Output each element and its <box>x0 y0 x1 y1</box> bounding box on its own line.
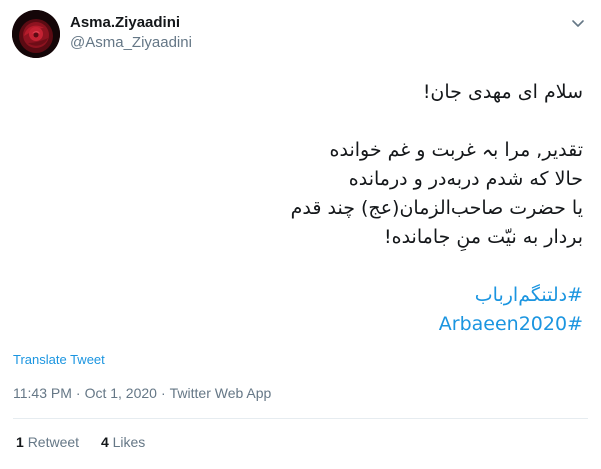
retweets-label: Retweet <box>27 434 80 450</box>
hashtag-link[interactable]: #دلتنگم‌ارباب <box>23 281 583 310</box>
likes-label: Likes <box>112 434 146 450</box>
likes-count: 4 <box>100 434 109 450</box>
tweet-metadata: 11:43 PM · Oct 1, 2020 · Twitter Web App <box>13 385 271 401</box>
meta-separator: · <box>160 385 166 401</box>
tweet-time[interactable]: 11:43 PM <box>13 385 72 401</box>
tweet-stats: 1 Retweet 4 Likes <box>16 434 163 450</box>
tweet-card: Asma.Ziyaadini @Asma_Ziyaadini سلام ای م… <box>0 0 601 469</box>
tweet-line: بردار به نیّت منِ جامانده! <box>384 226 583 248</box>
likes-stat[interactable]: 4 Likes <box>101 434 145 450</box>
tweet-line: سلام ای مهدی جان! <box>422 81 583 103</box>
hashtag-link[interactable]: #Arbaeen2020 <box>23 310 583 339</box>
red-rose-icon <box>12 10 60 58</box>
user-handle[interactable]: @Asma_Ziyaadini <box>70 34 192 51</box>
tweet-source[interactable]: Twitter Web App <box>170 385 272 401</box>
tweet-date[interactable]: Oct 1, 2020 <box>85 385 157 401</box>
tweet-line: یا حضرت صاحب‌الزمان(عج) چند قدم <box>290 197 583 219</box>
tweet-text: سلام ای مهدی جان! تقدیر, مرا بہ غربت و غ… <box>23 78 583 339</box>
translate-tweet-link[interactable]: Translate Tweet <box>13 352 105 367</box>
chevron-down-icon[interactable] <box>569 14 587 32</box>
retweets-count: 1 <box>16 434 24 450</box>
avatar[interactable] <box>12 10 60 58</box>
retweets-stat[interactable]: 1 Retweet <box>16 434 79 450</box>
divider <box>13 418 588 419</box>
display-name[interactable]: Asma.Ziyaadini <box>70 14 180 31</box>
meta-separator: · <box>75 385 81 401</box>
tweet-line: حالا که شدم دربه‌در و درمانده <box>348 168 583 190</box>
tweet-line: تقدیر, مرا بہ غربت و غم خوانده <box>329 139 583 161</box>
